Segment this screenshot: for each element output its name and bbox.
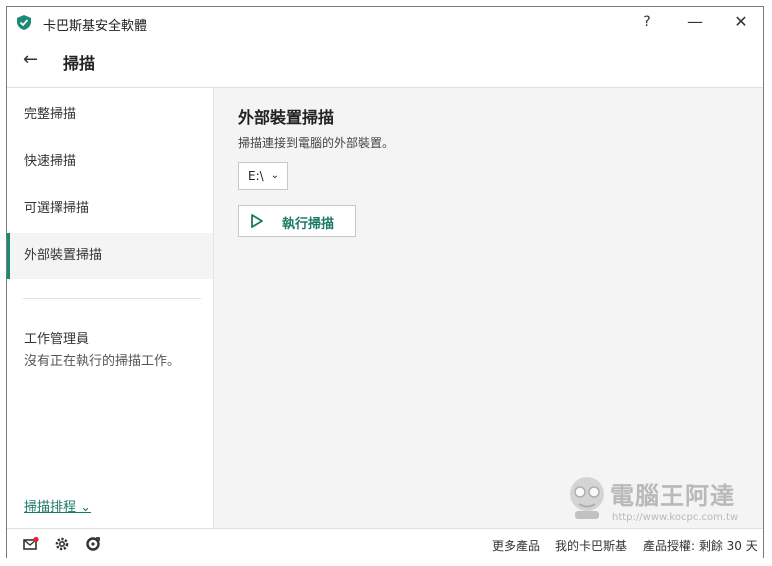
mascot-logo-icon — [570, 477, 604, 519]
gear-icon[interactable] — [54, 536, 70, 552]
sidebar: 完整掃描 快速掃描 可選擇掃描 外部裝置掃描 工作管理員 沒有正在執行的掃描工作… — [7, 88, 214, 528]
drive-dropdown-value: E:\ — [248, 169, 264, 183]
sidebar-item-full-scan[interactable]: 完整掃描 — [7, 92, 213, 138]
help-button[interactable]: ? — [635, 11, 659, 33]
minimize-button[interactable]: — — [683, 11, 707, 33]
sidebar-divider — [23, 298, 201, 299]
watermark-text: 電腦王阿達 — [610, 482, 735, 510]
chevron-down-icon: ⌄ — [270, 170, 279, 181]
page-title: 掃描 — [63, 54, 96, 73]
watermark: 電腦王阿達 http://www.kocpc.com.tw — [560, 470, 760, 530]
back-arrow-icon[interactable]: ← — [23, 49, 38, 70]
watermark-url: http://www.kocpc.com.tw — [612, 512, 739, 523]
sidebar-item-quick-scan[interactable]: 快速掃描 — [7, 139, 213, 185]
page-header: ← 掃描 — [7, 37, 763, 88]
more-products-link[interactable]: 更多產品 — [492, 537, 540, 554]
section-description: 掃描連接到電腦的外部裝置。 — [238, 136, 395, 150]
bottom-bar: 更多產品 我的卡巴斯基 產品授權: 剩餘 30 天 — [7, 528, 763, 559]
task-manager-status: 沒有正在執行的掃描工作。 — [24, 354, 181, 369]
mail-notification-icon[interactable] — [23, 536, 39, 552]
close-button[interactable]: ✕ — [729, 11, 753, 33]
window-title: 卡巴斯基安全軟體 — [43, 19, 148, 34]
task-manager-title: 工作管理員 — [24, 332, 90, 347]
license-link[interactable]: 產品授權: 剩餘 30 天 — [643, 537, 758, 554]
play-icon — [251, 214, 263, 228]
support-icon[interactable] — [85, 536, 101, 552]
section-title: 外部裝置掃描 — [238, 108, 335, 127]
run-scan-button[interactable]: 執行掃描 — [238, 205, 356, 237]
scan-schedule-link[interactable]: 掃描排程 ⌄ — [24, 496, 91, 515]
main-panel: 外部裝置掃描 掃描連接到電腦的外部裝置。 E:\ ⌄ 執行掃描 — [214, 88, 763, 528]
title-bar: 卡巴斯基安全軟體 ? — ✕ — [7, 7, 763, 37]
drive-dropdown[interactable]: E:\ ⌄ — [238, 162, 288, 190]
run-scan-label: 執行掃描 — [282, 217, 335, 232]
sidebar-item-selective-scan[interactable]: 可選擇掃描 — [7, 186, 213, 232]
sidebar-item-external-device-scan[interactable]: 外部裝置掃描 — [7, 233, 213, 279]
kaspersky-shield-icon — [17, 15, 31, 30]
my-kaspersky-link[interactable]: 我的卡巴斯基 — [555, 537, 627, 554]
